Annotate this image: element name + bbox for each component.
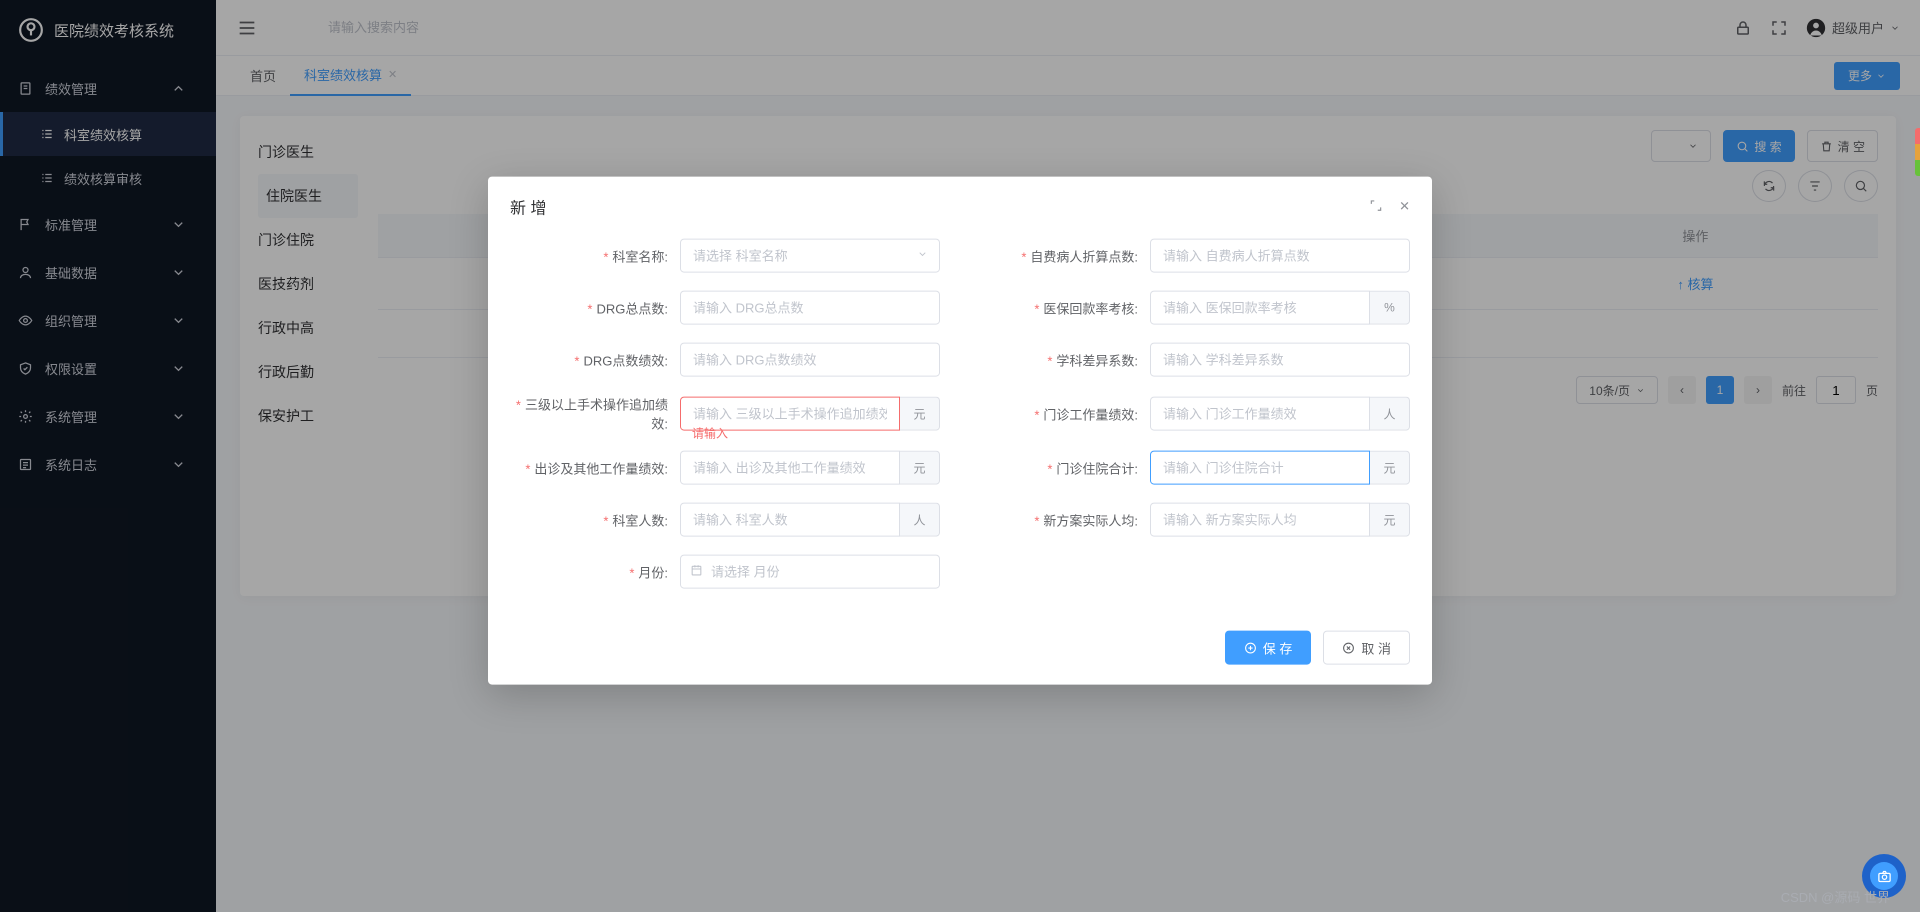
input-addon: 元 [1370,451,1410,485]
form-label: *出诊及其他工作量绩效: [510,458,680,477]
form-item-month: *月份: [510,555,940,589]
form-item-drg_perf: *DRG点数绩效: [510,343,940,377]
input-avg_new[interactable] [1150,503,1370,537]
cancel-button[interactable]: 取 消 [1323,631,1410,665]
form-label: *医保回款率考核: [980,298,1150,317]
color-strip [1915,128,1920,176]
form-item-subj_coef: *学科差异系数: [980,343,1410,377]
modal-fullscreen-icon[interactable] [1369,198,1383,215]
input-addon: 元 [900,451,940,485]
input-dept_ppl[interactable] [680,503,900,537]
add-modal: 新 增 ✕ *科室名称: *自费病人折算点数: *DRG总点数: *医保回款率考核:%… [488,177,1432,685]
form-item-clinic_work: *门诊工作量绩效: 人 [980,395,1410,433]
close-circle-icon [1342,641,1355,654]
form-label: *门诊工作量绩效: [980,404,1150,423]
form-item-lvl3: *三级以上手术操作追加绩效:元请输入 [510,395,940,433]
modal-close-icon[interactable]: ✕ [1399,198,1410,215]
camera-icon [1877,869,1892,884]
input-med_refund[interactable] [1150,291,1370,325]
form-label: *三级以上手术操作追加绩效: [510,395,680,433]
input-clinic_sum[interactable] [1150,451,1370,485]
input-clinic_work[interactable] [1150,397,1370,431]
form-item-self: *自费病人折算点数: [980,239,1410,273]
error-message: 请输入 [692,424,728,441]
form-label: *自费病人折算点数: [980,246,1150,265]
modal-title: 新 增 [510,195,546,219]
form-item-other_work: *出诊及其他工作量绩效: 元 [510,451,940,485]
chevron-down-icon [917,248,928,263]
input-self[interactable] [1150,239,1410,273]
input-subj_coef[interactable] [1150,343,1410,377]
form-label: *DRG点数绩效: [510,350,680,369]
input-addon: 元 [1370,503,1410,537]
calendar-icon [690,564,703,580]
form-item-med_refund: *医保回款率考核:% [980,291,1410,325]
form-label: *科室名称: [510,246,680,265]
watermark: CSDN @源码 世界 [1781,887,1890,906]
input-addon: 元 [900,397,940,431]
form-label: *月份: [510,562,680,581]
form-label: *科室人数: [510,510,680,529]
form-item-drg_total: *DRG总点数: [510,291,940,325]
form-item-dept: *科室名称: [510,239,940,273]
input-month[interactable] [680,555,940,589]
input-addon: 人 [1370,397,1410,431]
save-button[interactable]: 保 存 [1225,631,1312,665]
form-label: *学科差异系数: [980,350,1150,369]
form-label: *DRG总点数: [510,298,680,317]
plus-circle-icon [1244,641,1257,654]
input-other_work[interactable] [680,451,900,485]
input-addon: 人 [900,503,940,537]
form-item-avg_new: *新方案实际人均: 元 [980,503,1410,537]
input-dept[interactable] [680,239,940,273]
form-label: *门诊住院合计: [980,458,1150,477]
form-item-dept_ppl: *科室人数: 人 [510,503,940,537]
input-drg_perf[interactable] [680,343,940,377]
form-label: *新方案实际人均: [980,510,1150,529]
input-addon: % [1370,291,1410,325]
form-item-clinic_sum: *门诊住院合计: 元 [980,451,1410,485]
input-drg_total[interactable] [680,291,940,325]
